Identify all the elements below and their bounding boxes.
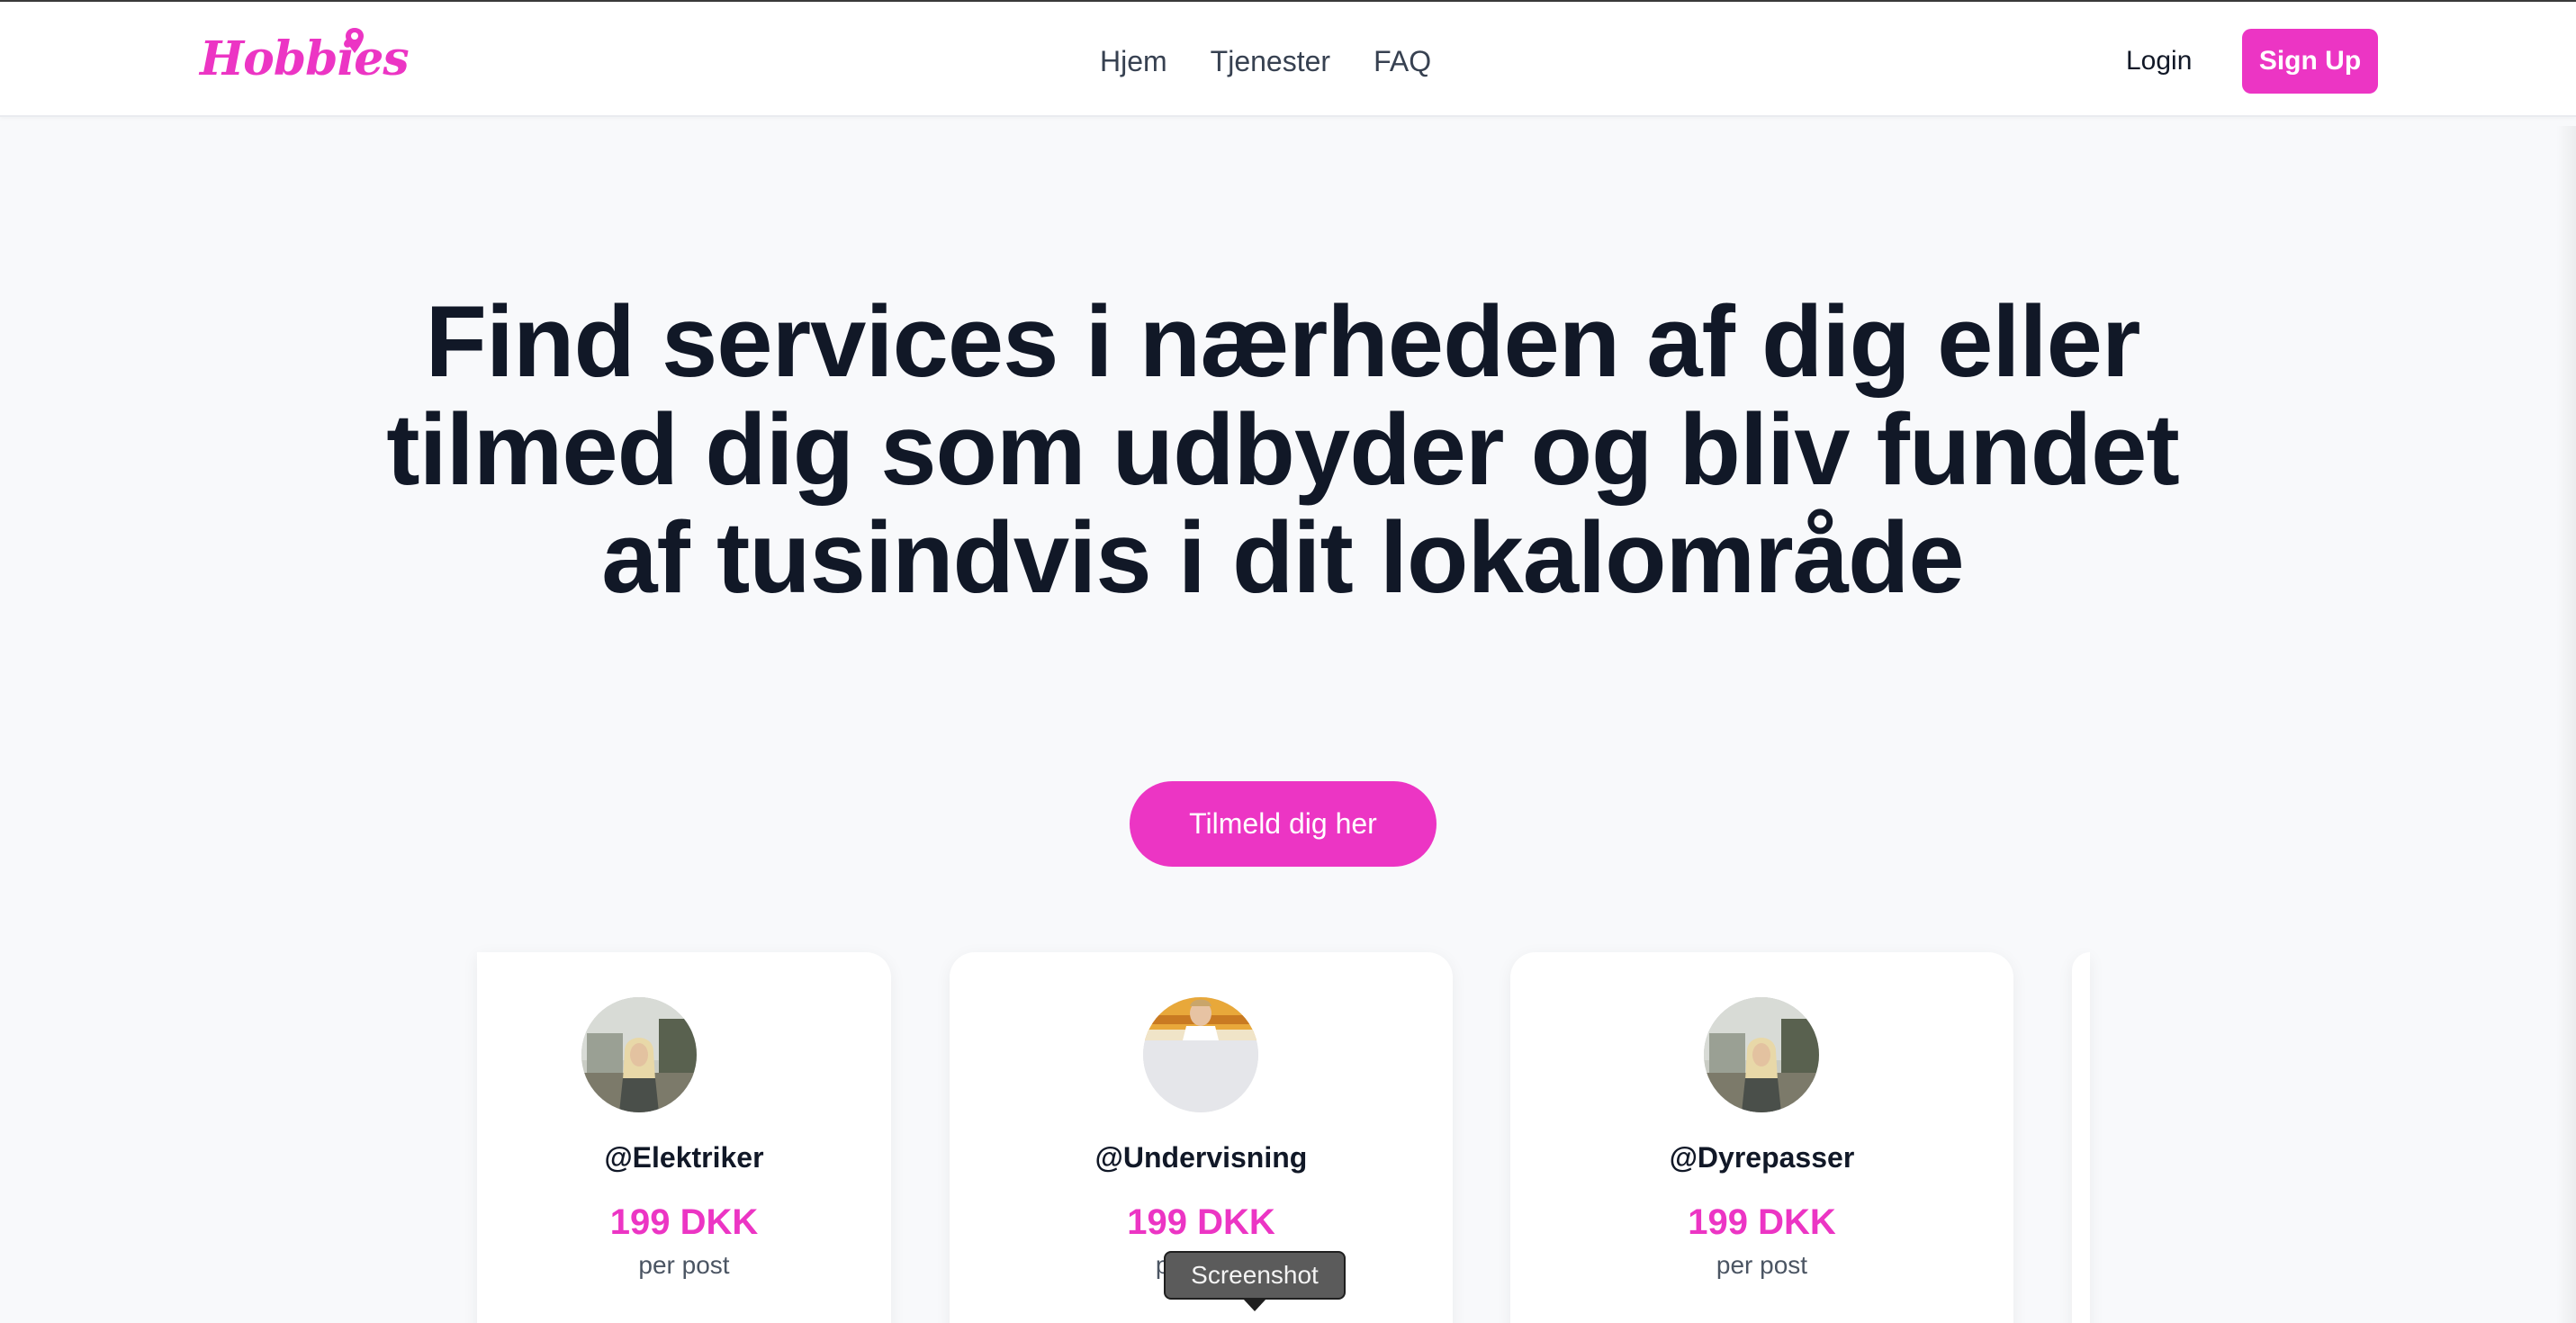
service-card[interactable]: @Dyrepasser 199 DKK per post (1510, 952, 2013, 1323)
profile-photo-icon (1143, 997, 1258, 1112)
nav-link-tjenester[interactable]: Tjenester (1211, 41, 1330, 81)
avatar (1143, 997, 1258, 1112)
main-navigation: Hjem Tjenester FAQ (1100, 41, 1431, 81)
login-button[interactable]: Login (2126, 41, 2192, 81)
profile-photo-icon (1704, 997, 1819, 1112)
avatar (581, 997, 697, 1112)
card-name: @Elektriker (604, 1141, 764, 1174)
signup-cta-button[interactable]: Tilmeld dig her (1130, 781, 1437, 867)
card-price: 199 DKK (609, 1202, 759, 1242)
card-price-unit: per post (638, 1251, 730, 1279)
hobbies-logo[interactable]: Hobbies (200, 31, 410, 88)
tooltip-arrow (1243, 1299, 1266, 1311)
window-edge-shadow (2556, 126, 2576, 1323)
nav-link-faq[interactable]: FAQ (1374, 41, 1431, 81)
card-name: @Undervisning (1094, 1141, 1308, 1174)
card-name: @Dyrepasser (1669, 1141, 1855, 1174)
card-price: 199 DKK (1688, 1202, 1836, 1242)
hero-title: Find services i nærheden af dig eller ti… (386, 285, 2179, 614)
profile-photo-icon (581, 997, 697, 1112)
avatar (1704, 997, 1819, 1112)
location-pin-icon (346, 28, 364, 53)
card-price-unit: per post (1716, 1251, 1808, 1279)
card-price: 199 DKK (1127, 1202, 1275, 1242)
site-header: Hobbies Hjem Tjenester FAQ Login Sign Up (0, 2, 2576, 117)
screenshot-tooltip: Screenshot (1164, 1251, 1346, 1300)
service-card[interactable]: @Elektriker 199 DKK per post (477, 952, 891, 1323)
nav-link-hjem[interactable]: Hjem (1100, 41, 1167, 81)
signup-button[interactable]: Sign Up (2242, 29, 2378, 94)
service-card-partial[interactable] (2072, 952, 2090, 1323)
